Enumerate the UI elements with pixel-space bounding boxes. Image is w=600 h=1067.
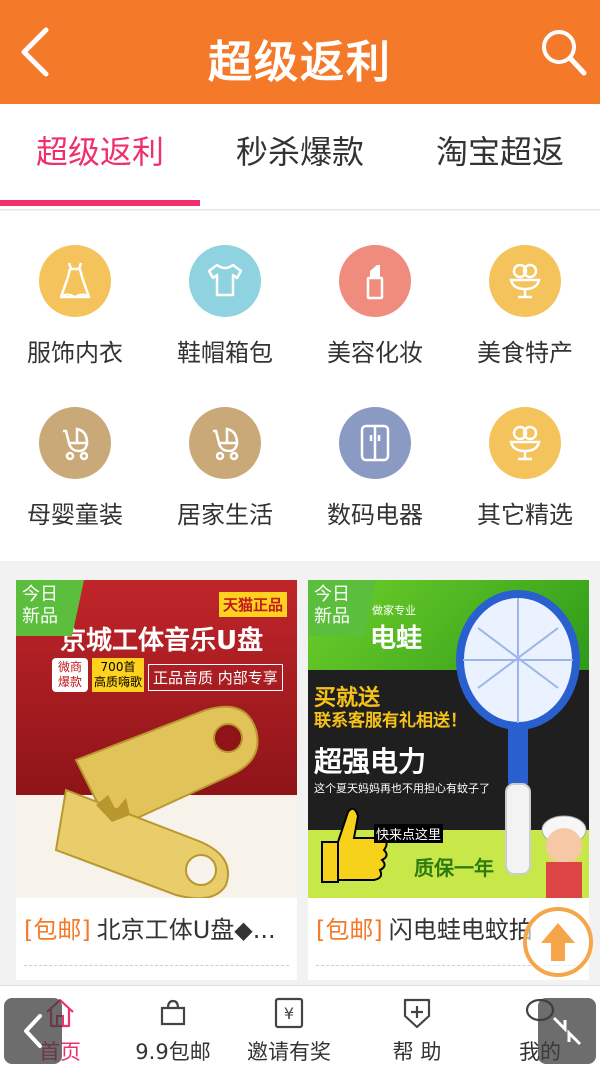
banner-click: 快来点这里	[374, 824, 444, 843]
category-clothing[interactable]: 服饰内衣	[0, 245, 150, 405]
nav-invite[interactable]: ¥ 邀请有奖	[229, 986, 349, 1067]
banner-badge: 天猫正品	[218, 592, 287, 617]
tab-super-rebate[interactable]: 超级返利	[0, 104, 200, 204]
category-label: 数码电器	[327, 501, 423, 529]
category-digital[interactable]: 数码电器	[300, 407, 450, 567]
bag-icon	[160, 999, 186, 1026]
category-label: 服饰内衣	[27, 339, 123, 367]
arrow-up-icon	[541, 923, 575, 961]
new-ribbon: 今日新品	[16, 580, 84, 636]
banner-headline: 京城工体音乐U盘	[60, 626, 264, 656]
product-card[interactable]: 天猫正品 京城工体音乐U盘 微商爆款 700首 高质嗨歌 正品音质 内部专享 今…	[16, 580, 297, 980]
child-photo	[541, 815, 587, 898]
banner-warranty: 质保一年	[414, 856, 494, 880]
free-shipping-tag: [包邮]	[24, 916, 91, 944]
category-food[interactable]: 美食特产	[450, 245, 600, 405]
category-label: 美容化妆	[327, 339, 423, 367]
banner-top-small: 做家专业	[372, 604, 416, 617]
category-label: 其它精选	[477, 501, 573, 529]
nav-label: 9.9包邮	[135, 1040, 211, 1064]
dress-icon	[39, 245, 111, 317]
chevron-left-icon	[24, 1014, 42, 1048]
search-icon[interactable]	[538, 26, 588, 78]
category-other[interactable]: 其它精选	[450, 407, 600, 567]
fridge-icon	[339, 407, 411, 479]
nav-label: 帮 助	[392, 1040, 442, 1064]
banner-side-tag: 700首 高质嗨歌	[92, 658, 144, 692]
invite-icon: ¥	[274, 997, 304, 1029]
category-label: 美食特产	[477, 339, 573, 367]
category-label: 母婴童装	[27, 501, 123, 529]
bottom-nav: 首页 9.9包邮 ¥ 邀请有奖 帮 助 我的	[0, 985, 600, 1067]
product-title: [包邮] 北京工体U盘◆...	[24, 910, 289, 945]
tshirt-icon	[189, 245, 261, 317]
free-shipping-tag: [包邮]	[316, 916, 383, 944]
banner-subtitle: 正品音质 内部专享	[148, 664, 283, 691]
banner-gift2: 联系客服有礼相送！	[314, 711, 467, 731]
icecream-icon	[489, 245, 561, 317]
banner-power: 超强电力	[314, 745, 427, 778]
usb-drive-illustration	[54, 705, 259, 898]
divider	[24, 965, 289, 966]
icecream-icon	[489, 407, 561, 479]
help-icon	[403, 998, 431, 1029]
product-name: 闪电蛙电蚊拍	[388, 916, 533, 944]
svg-text:¥: ¥	[284, 1004, 294, 1023]
lipstick-icon	[339, 245, 411, 317]
tab-active-indicator	[0, 200, 200, 206]
tab-bar: 超级返利 秒杀爆款 淘宝超返	[0, 104, 600, 210]
stroller-icon	[39, 407, 111, 479]
overlay-collapse-button[interactable]	[538, 998, 596, 1064]
tab-taobao-rebate[interactable]: 淘宝超返	[400, 104, 600, 204]
nav-label: 邀请有奖	[247, 1040, 331, 1064]
overlay-back-button[interactable]	[4, 998, 62, 1064]
category-label: 居家生活	[177, 501, 273, 529]
stroller-icon	[189, 407, 261, 479]
banner-side-tag: 微商爆款	[52, 658, 88, 692]
tab-flash-sale[interactable]: 秒杀爆款	[200, 104, 400, 204]
nav-nine-nine[interactable]: 9.9包邮	[113, 986, 233, 1067]
category-shoes-bags[interactable]: 鞋帽箱包	[150, 245, 300, 405]
category-label: 鞋帽箱包	[177, 339, 273, 367]
product-name: 北京工体U盘◆...	[96, 916, 276, 944]
category-home[interactable]: 居家生活	[150, 407, 300, 567]
product-image[interactable]: 做家专业 电蛙 买就送 联系客服有礼相送！ 超强电力 这个夏天妈妈再也不用担心有…	[308, 580, 589, 898]
page-title: 超级返利	[208, 37, 392, 88]
new-ribbon: 今日新品	[308, 580, 376, 636]
category-baby[interactable]: 母婴童装	[0, 407, 150, 567]
thumbs-up-illustration	[321, 807, 388, 883]
category-beauty[interactable]: 美容化妆	[300, 245, 450, 405]
collapse-arrows-icon	[552, 1016, 582, 1046]
banner-top: 电蛙	[370, 624, 423, 654]
product-image[interactable]: 天猫正品 京城工体音乐U盘 微商爆款 700首 高质嗨歌 正品音质 内部专享 今…	[16, 580, 297, 898]
nav-help[interactable]: 帮 助	[357, 986, 477, 1067]
back-to-top-button[interactable]	[523, 907, 593, 977]
app-header: 超级返利	[0, 0, 600, 104]
category-grid: 服饰内衣 鞋帽箱包 美容化妆 美食特产 母婴童装 居家生活 数码电器 其它精选	[0, 211, 600, 561]
